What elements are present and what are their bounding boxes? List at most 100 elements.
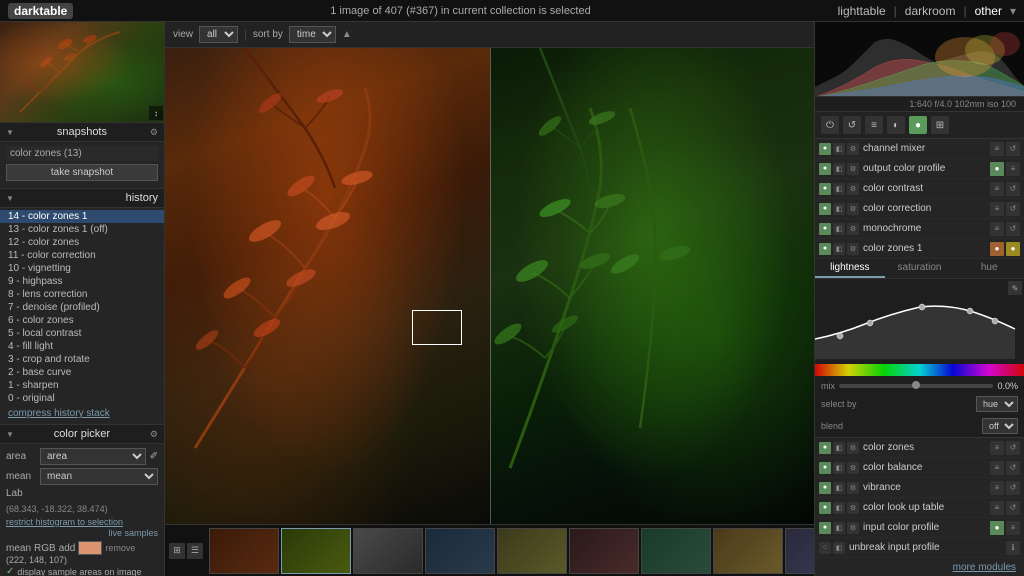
view-select[interactable]: all <box>199 26 238 43</box>
module-preset-btn[interactable]: ≡ <box>1006 521 1020 535</box>
module-active-icon[interactable]: ● <box>909 116 927 134</box>
module-preset-btn[interactable]: ≡ <box>1006 162 1020 176</box>
cz-edit-button[interactable]: ✎ <box>1008 281 1022 295</box>
module-params-icon[interactable]: ⚙ <box>847 143 859 155</box>
mean-select[interactable]: mean <box>40 468 158 485</box>
module-group-icon[interactable]: ⊞ <box>931 116 949 134</box>
module-mask-icon[interactable]: ◧ <box>833 143 845 155</box>
area-pick-icon[interactable]: ✐ <box>150 451 158 462</box>
tab-lightness[interactable]: lightness <box>815 259 885 278</box>
filmstrip-thumb[interactable] <box>497 528 567 574</box>
compress-history-button[interactable]: compress history stack <box>0 405 164 422</box>
nav-lighttable[interactable]: lighttable <box>838 4 886 18</box>
history-item[interactable]: 11 - color correction <box>0 249 164 262</box>
take-snapshot-button[interactable]: take snapshot <box>6 164 158 181</box>
live-samples-button[interactable]: live samples <box>108 528 158 538</box>
area-select[interactable]: area <box>40 448 146 465</box>
cz-select-by-select[interactable]: hue <box>976 396 1018 412</box>
module-enable-toggle[interactable]: ● <box>819 482 831 494</box>
module-params-icon[interactable]: ⚙ <box>847 163 859 175</box>
sort-select[interactable]: time <box>289 26 336 43</box>
remove-sample-button[interactable]: remove <box>105 543 135 553</box>
module-color-btn-orange[interactable]: ● <box>990 242 1004 256</box>
module-enable-toggle[interactable]: ● <box>819 183 831 195</box>
module-preset-btn[interactable]: ≡ <box>990 202 1004 216</box>
history-item[interactable]: 5 - local contrast <box>0 327 164 340</box>
nav-dropdown-icon[interactable]: ▾ <box>1010 4 1016 18</box>
history-item[interactable]: 14 - color zones 1 <box>0 210 164 223</box>
nav-other[interactable]: other <box>975 4 1002 18</box>
module-preset-btn[interactable]: ≡ <box>990 481 1004 495</box>
module-color-btn-yellow[interactable]: ● <box>1006 242 1020 256</box>
module-power-icon[interactable]: ⏻ <box>821 116 839 134</box>
module-enable-toggle[interactable]: ● <box>819 203 831 215</box>
module-preset-btn[interactable]: ≡ <box>990 461 1004 475</box>
filmstrip-thumb[interactable] <box>641 528 711 574</box>
module-params-icon[interactable]: ⚙ <box>847 442 859 454</box>
module-mask-icon[interactable]: ◧ <box>833 522 845 534</box>
app-logo[interactable]: darktable <box>8 3 73 19</box>
cz-mix-slider[interactable] <box>839 384 993 388</box>
module-preset-icon[interactable]: ≡ <box>865 116 883 134</box>
sort-direction-icon[interactable]: ▲ <box>342 29 352 40</box>
module-enable-toggle[interactable]: ● <box>819 223 831 235</box>
add-sample-button[interactable]: add <box>59 543 76 554</box>
module-mask-icon[interactable]: ◧ <box>833 442 845 454</box>
module-mask-icon[interactable]: ◧ <box>833 243 845 255</box>
tab-saturation[interactable]: saturation <box>885 259 955 278</box>
history-item[interactable]: 1 - sharpen <box>0 379 164 392</box>
filmstrip-thumb[interactable] <box>713 528 783 574</box>
tab-hue[interactable]: hue <box>954 259 1024 278</box>
module-enable-toggle[interactable]: ● <box>819 502 831 514</box>
module-reset-btn[interactable]: ↺ <box>1006 481 1020 495</box>
module-color-icon[interactable]: ◐ <box>887 116 905 134</box>
module-enable-toggle[interactable]: ● <box>819 243 831 255</box>
history-item[interactable]: 4 - fill light <box>0 340 164 353</box>
history-item[interactable]: 3 - crop and rotate <box>0 353 164 366</box>
module-params-icon[interactable]: ⚙ <box>847 522 859 534</box>
module-reset-btn[interactable]: ↺ <box>1006 222 1020 236</box>
history-item[interactable]: 13 - color zones 1 (off) <box>0 223 164 236</box>
module-reset-btn[interactable]: ↺ <box>1006 461 1020 475</box>
color-picker-header[interactable]: ▼ color picker ⚙ <box>0 424 164 444</box>
module-enable-toggle[interactable]: ● <box>819 163 831 175</box>
history-item[interactable]: 2 - base curve <box>0 366 164 379</box>
module-preset-btn[interactable]: ≡ <box>990 182 1004 196</box>
module-reset-btn[interactable]: ↺ <box>1006 202 1020 216</box>
filmstrip-thumb[interactable] <box>569 528 639 574</box>
module-preset-btn[interactable]: ≡ <box>990 441 1004 455</box>
module-reset-btn[interactable]: ↺ <box>1006 182 1020 196</box>
module-params-icon[interactable]: ⚙ <box>847 183 859 195</box>
color-picker-settings-icon[interactable]: ⚙ <box>150 429 158 440</box>
module-params-icon[interactable]: ⚙ <box>847 203 859 215</box>
module-reset-icon[interactable]: ↺ <box>843 116 861 134</box>
module-info-btn[interactable]: ℹ <box>1006 541 1020 555</box>
display-sample-label[interactable]: display sample areas on image <box>17 567 141 576</box>
module-reset-btn[interactable]: ↺ <box>1006 501 1020 515</box>
module-mask-icon[interactable]: ◧ <box>833 183 845 195</box>
history-item[interactable]: 0 - original <box>0 392 164 405</box>
filmstrip-thumb[interactable] <box>353 528 423 574</box>
module-preset-btn[interactable]: ≡ <box>990 501 1004 515</box>
history-header[interactable]: ▼ history <box>0 188 164 208</box>
module-reset-btn[interactable]: ↺ <box>1006 142 1020 156</box>
module-mask-icon[interactable]: ◧ <box>833 203 845 215</box>
module-params-icon[interactable]: ⚙ <box>847 462 859 474</box>
history-item[interactable]: 8 - lens correction <box>0 288 164 301</box>
module-preset-btn[interactable]: ≡ <box>990 142 1004 156</box>
module-mask-icon[interactable]: ◧ <box>833 223 845 235</box>
module-enable-toggle[interactable]: ● <box>819 442 831 454</box>
module-mask-icon[interactable]: ◧ <box>833 163 845 175</box>
module-mask-icon[interactable]: ◧ <box>833 462 845 474</box>
module-color-btn[interactable]: ● <box>990 162 1004 176</box>
filmstrip-view-icon[interactable]: ☰ <box>187 543 203 559</box>
module-params-icon[interactable]: ⚙ <box>847 223 859 235</box>
history-item[interactable]: 12 - color zones <box>0 236 164 249</box>
module-enable-toggle[interactable]: ● <box>819 143 831 155</box>
filmstrip-layout-icon[interactable]: ⊞ <box>169 543 185 559</box>
more-modules-button[interactable]: more modules <box>815 558 1024 576</box>
snapshots-header[interactable]: ▼ snapshots ⚙ <box>0 122 164 142</box>
filmstrip-thumb[interactable] <box>425 528 495 574</box>
history-item[interactable]: 10 - vignetting <box>0 262 164 275</box>
cz-blend-select[interactable]: off <box>982 418 1018 434</box>
